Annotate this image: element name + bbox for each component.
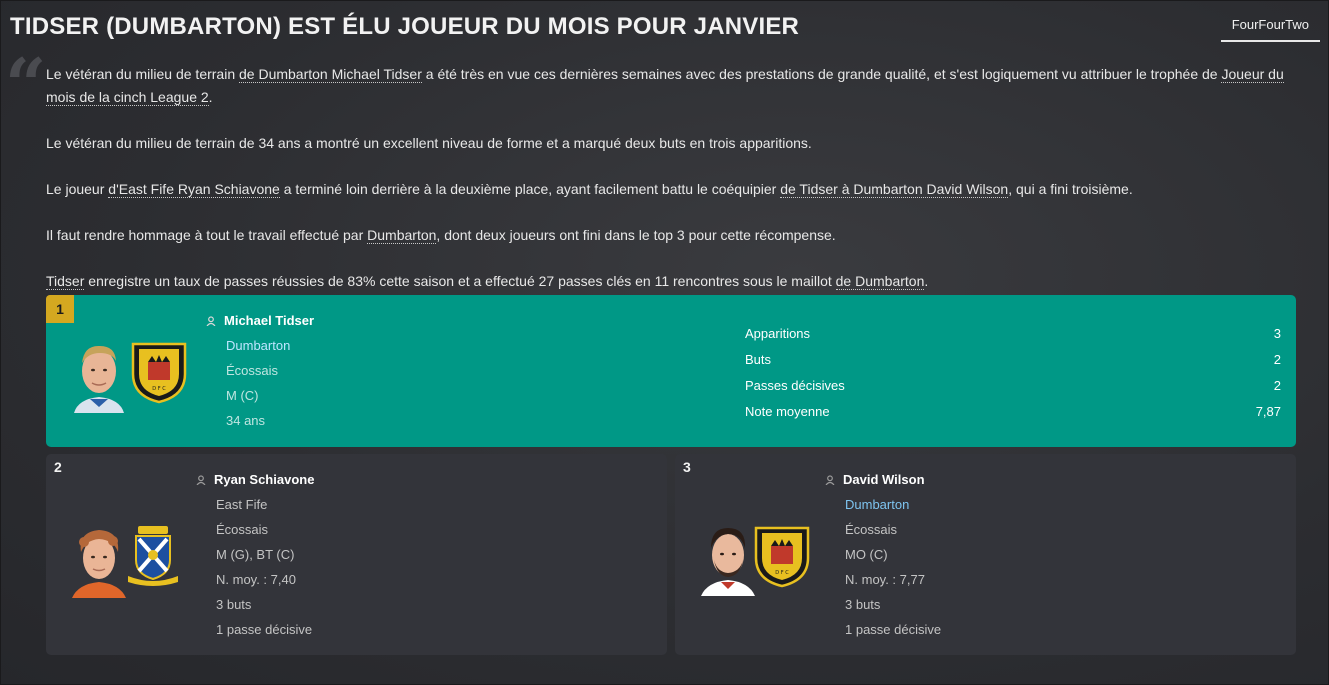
average-rating: N. moy. : 7,40 [216, 572, 296, 587]
article-text: a terminé loin derrière à la deuxième pl… [279, 181, 781, 197]
article-text: Il faut rendre hommage à tout le travail… [46, 227, 368, 243]
article-text: . [208, 89, 213, 105]
player-face-image[interactable] [697, 520, 759, 596]
tab-fourfourtwo[interactable]: FourFourTwo [1220, 9, 1320, 42]
player-face-image[interactable] [68, 337, 130, 413]
article-paragraph: Il faut rendre hommage à tout le travail… [46, 224, 1286, 247]
player-name[interactable]: David Wilson [843, 472, 925, 487]
player-name-row[interactable]: Michael Tidser [206, 308, 314, 333]
club-link[interactable]: Dumbarton [206, 333, 314, 358]
rank-badge: 1 [46, 295, 74, 323]
stat-label: Passes décisives [745, 377, 845, 393]
position: MO (C) [845, 547, 888, 562]
club-name[interactable]: East Fife [196, 492, 314, 517]
average-rating: N. moy. : 7,77 [845, 572, 925, 587]
rank-label: 3 [683, 459, 691, 475]
east-fife-crest[interactable] [124, 524, 182, 588]
article-text: , qui a fini troisième. [1008, 181, 1133, 197]
player-link-tidser[interactable]: de Dumbarton Michael Tidser [239, 66, 422, 83]
goals: 3 buts [845, 597, 881, 612]
person-icon [825, 474, 835, 485]
goals: 3 buts [216, 597, 252, 612]
article-paragraph: Le joueur d'East Fife Ryan Schiavone a t… [46, 178, 1286, 201]
article-text: Le joueur [46, 181, 109, 197]
article-text: a été très en vue ces dernières semaines… [421, 66, 1222, 82]
runner-up-card-2[interactable]: 2 Ryan Schiavone East Fife Écossais M (G… [46, 454, 667, 655]
player-link-wilson[interactable]: de Tidser à Dumbarton David Wilson [780, 181, 1009, 198]
stat-value: 3 [1273, 325, 1281, 341]
nationality: Écossais [216, 522, 269, 537]
winner-info: Michael Tidser Dumbarton Écossais M (C) … [206, 308, 314, 433]
player-link-schiavone[interactable]: d'East Fife Ryan Schiavone [108, 181, 280, 198]
svg-text:D F C: D F C [775, 570, 789, 576]
stat-label: Apparitions [745, 325, 811, 341]
stat-row: Apparitions 3 [745, 320, 1281, 346]
player-face-image[interactable] [68, 522, 130, 598]
article-text: , dont deux joueurs ont fini dans le top… [436, 227, 836, 243]
quote-icon: “ [5, 42, 47, 127]
svg-text:D F C: D F C [152, 386, 166, 392]
article-text: enregistre un taux de passes réussies de… [84, 273, 836, 289]
dumbarton-crest[interactable]: D F C [130, 340, 188, 404]
player-name[interactable]: Michael Tidser [224, 313, 314, 328]
stat-row: Buts 2 [745, 346, 1281, 372]
player-name-row[interactable]: Ryan Schiavone [196, 467, 314, 492]
club-link[interactable]: Dumbarton [825, 492, 941, 517]
player-name-row[interactable]: David Wilson [825, 467, 941, 492]
assists: 1 passe décisive [845, 622, 942, 637]
position: M (C) [226, 388, 259, 403]
stat-value: 2 [1273, 377, 1281, 393]
page-title: TIDSER (DUMBARTON) EST ÉLU JOUEUR DU MOI… [10, 13, 800, 40]
club-link-dumbarton[interactable]: Dumbarton [367, 227, 437, 244]
runner-up-card-3[interactable]: 3 D F C David Wilson Dumbarton Écossais … [675, 454, 1296, 655]
stat-label: Note moyenne [745, 403, 830, 419]
winner-stats: Apparitions 3 Buts 2 Passes décisives 2 … [745, 320, 1281, 424]
person-icon [206, 315, 216, 326]
stat-row: Passes décisives 2 [745, 372, 1281, 398]
runner-up-info: Ryan Schiavone East Fife Écossais M (G),… [196, 467, 314, 642]
stat-value: 7,87 [1255, 403, 1281, 419]
age: 34 ans [226, 413, 266, 428]
stat-row: Note moyenne 7,87 [745, 398, 1281, 424]
article-paragraph: Tidser enregistre un taux de passes réus… [46, 270, 1286, 293]
player-link-tidser[interactable]: Tidser [46, 273, 85, 290]
position: M (G), BT (C) [216, 547, 295, 562]
nationality: Écossais [845, 522, 898, 537]
stat-value: 2 [1273, 351, 1281, 367]
club-link-dumbarton[interactable]: de Dumbarton [835, 273, 925, 290]
news-article: Le vétéran du milieu de terrain de Dumba… [46, 63, 1286, 316]
winner-card[interactable]: 1 D F C Michael Tidser Dumbarton Écossai… [46, 295, 1296, 447]
article-paragraph: Le vétéran du milieu de terrain de 34 an… [46, 135, 812, 151]
article-paragraph: Le vétéran du milieu de terrain de Dumba… [46, 63, 1286, 109]
dumbarton-crest[interactable]: D F C [753, 524, 811, 588]
runner-up-info: David Wilson Dumbarton Écossais MO (C) N… [825, 467, 941, 642]
assists: 1 passe décisive [216, 622, 313, 637]
article-text: Le vétéran du milieu de terrain [46, 66, 239, 82]
player-name[interactable]: Ryan Schiavone [214, 472, 314, 487]
nationality: Écossais [226, 363, 279, 378]
rank-label: 2 [54, 459, 62, 475]
stat-label: Buts [745, 351, 772, 367]
person-icon [196, 474, 206, 485]
article-text: . [924, 273, 929, 289]
